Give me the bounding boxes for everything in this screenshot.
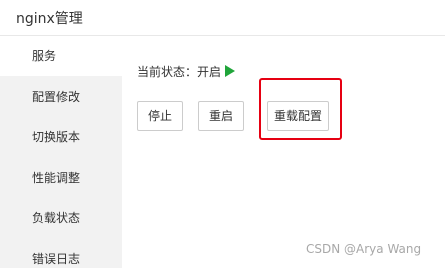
sidebar-item-performance[interactable]: 性能调整 bbox=[0, 158, 122, 198]
status-text: 当前状态：开启 bbox=[137, 65, 222, 79]
stop-button[interactable]: 停止 bbox=[137, 101, 183, 131]
sidebar-item-service[interactable]: 服务 bbox=[0, 36, 122, 76]
service-status: 当前状态：开启 bbox=[137, 63, 236, 80]
sidebar: 服务 配置修改 切换版本 性能调整 负载状态 错误日志 bbox=[0, 36, 122, 268]
service-panel: 当前状态：开启 停止 重启 重载配置 bbox=[122, 36, 445, 268]
sidebar-item-load-status[interactable]: 负载状态 bbox=[0, 198, 122, 238]
reload-config-button[interactable]: 重载配置 bbox=[267, 101, 329, 131]
sidebar-item-switch-version[interactable]: 切换版本 bbox=[0, 117, 122, 157]
title-bar: nginx管理 bbox=[0, 0, 445, 36]
sidebar-item-config-edit[interactable]: 配置修改 bbox=[0, 77, 122, 117]
watermark: CSDN @Arya Wang bbox=[306, 242, 422, 256]
window-title: nginx管理 bbox=[16, 11, 83, 27]
restart-button[interactable]: 重启 bbox=[198, 101, 244, 131]
play-icon bbox=[225, 65, 236, 77]
sidebar-item-error-log[interactable]: 错误日志 bbox=[0, 239, 122, 268]
nginx-manager-window: nginx管理 服务 配置修改 切换版本 性能调整 负载状态 错误日志 当前状态… bbox=[0, 0, 445, 268]
